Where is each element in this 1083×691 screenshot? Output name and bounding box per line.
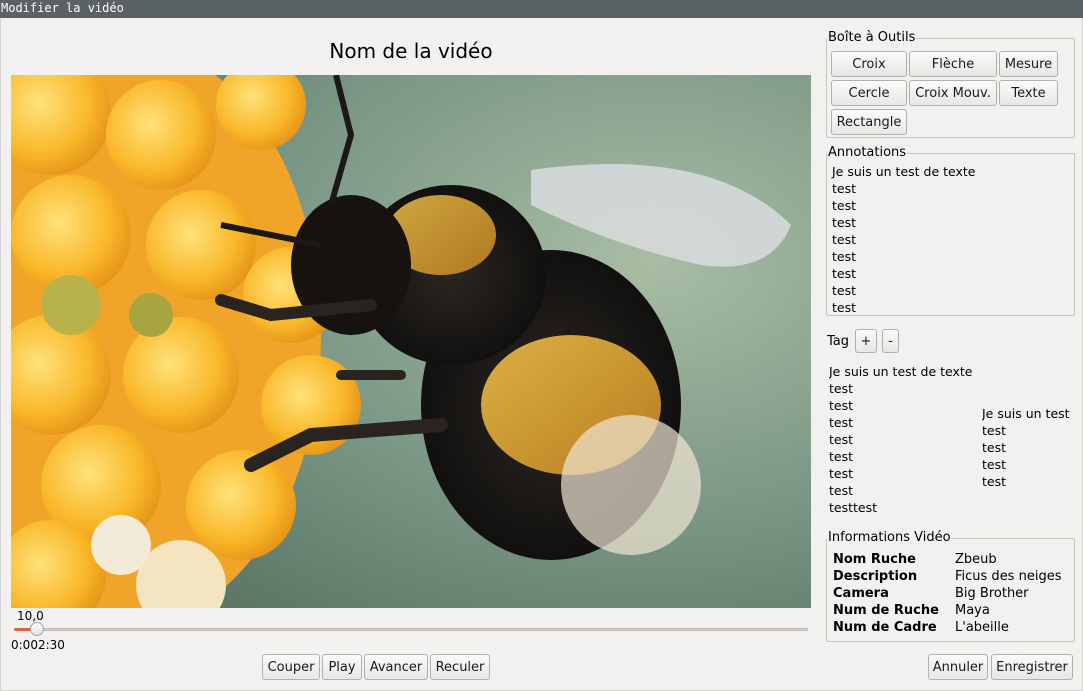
frame-label: 10,0: [17, 609, 44, 623]
info-value-num-cadre: L'abeille: [955, 620, 1009, 635]
slider-handle[interactable]: [29, 622, 44, 636]
video-frame[interactable]: [11, 75, 811, 608]
tag-line: test: [829, 381, 854, 396]
reculer-button[interactable]: Reculer: [430, 654, 490, 680]
tag-list-right[interactable]: Je suis un test test test test test: [982, 405, 1080, 490]
info-row-camera: Camera: [833, 586, 889, 601]
tool-rectangle-button[interactable]: Rectangle: [831, 109, 907, 135]
annotation-line: test: [832, 215, 857, 230]
video-title: Nom de la vidéo: [329, 39, 493, 63]
annotation-line: test: [832, 198, 857, 213]
info-row-num-cadre: Num de Cadre: [833, 620, 937, 635]
info-value-nom-ruche: Zbeub: [955, 552, 997, 567]
info-key: Num de Cadre: [833, 620, 937, 635]
tool-croix-button[interactable]: Croix: [831, 51, 907, 77]
annotation-line: test: [832, 300, 857, 315]
tag-line: test: [829, 398, 854, 413]
tag-line: test: [829, 415, 854, 430]
annotation-line: Je suis un test de texte: [832, 164, 976, 179]
annotations-list[interactable]: Je suis un test de texte test test test …: [828, 163, 1073, 315]
tag-add-button[interactable]: +: [855, 329, 877, 353]
slider-groove: [14, 628, 808, 631]
window-title: Modifier la vidéo: [1, 1, 124, 15]
info-key: Camera: [833, 586, 889, 601]
info-value-description: Ficus des neiges: [955, 569, 1062, 584]
annotation-line: test: [832, 266, 857, 281]
info-row-description: Description: [833, 569, 917, 584]
tag-line: testtest: [829, 500, 878, 513]
tag-label: Tag: [827, 334, 850, 349]
info-key: Num de Ruche: [833, 603, 939, 618]
time-label: 0:002:30: [11, 638, 65, 652]
video-image: [11, 75, 811, 608]
window-titlebar: Modifier la vidéo: [0, 0, 1083, 18]
tool-croix-mouv-button[interactable]: Croix Mouv.: [909, 80, 997, 106]
info-value-camera: Big Brother: [955, 586, 1029, 601]
info-row-nom-ruche: Nom Ruche: [833, 552, 916, 567]
info-key: Description: [833, 569, 918, 584]
tag-line: test: [982, 474, 1007, 489]
tag-line: test: [829, 432, 854, 447]
annotation-line: test: [832, 232, 857, 247]
couper-button[interactable]: Couper: [262, 654, 320, 680]
tag-line: test: [829, 449, 854, 464]
annotations-title: Annotations: [827, 145, 908, 160]
tool-mesure-button[interactable]: Mesure: [999, 51, 1058, 77]
annotation-line: test: [832, 283, 857, 298]
info-row-num-ruche: Num de Ruche: [833, 603, 939, 618]
annotation-line: test: [832, 249, 857, 264]
play-button[interactable]: Play: [322, 654, 362, 680]
tag-line: test: [829, 466, 854, 481]
annuler-button[interactable]: Annuler: [928, 654, 988, 680]
info-title: Informations Vidéo: [827, 530, 952, 545]
tool-texte-button[interactable]: Texte: [999, 80, 1058, 106]
timeline-slider[interactable]: [14, 622, 808, 636]
tag-line: test: [982, 457, 1007, 472]
tag-line: Je suis un test de texte: [829, 364, 973, 379]
tag-list-left[interactable]: Je suis un test de texte test test test …: [829, 363, 979, 513]
tag-line: Je suis un test: [982, 406, 1070, 421]
tool-cercle-button[interactable]: Cercle: [831, 80, 907, 106]
toolbox-title: Boîte à Outils: [827, 30, 917, 45]
avancer-button[interactable]: Avancer: [364, 654, 428, 680]
tag-line: test: [982, 423, 1007, 438]
annotation-line: test: [832, 181, 857, 196]
tool-fleche-button[interactable]: Flèche: [909, 51, 997, 77]
tag-line: test: [829, 483, 854, 498]
info-value-num-ruche: Maya: [955, 603, 990, 618]
info-key: Nom Ruche: [833, 552, 916, 567]
tag-line: test: [982, 440, 1007, 455]
tag-remove-button[interactable]: -: [882, 329, 899, 353]
enregistrer-button[interactable]: Enregistrer: [991, 654, 1073, 680]
